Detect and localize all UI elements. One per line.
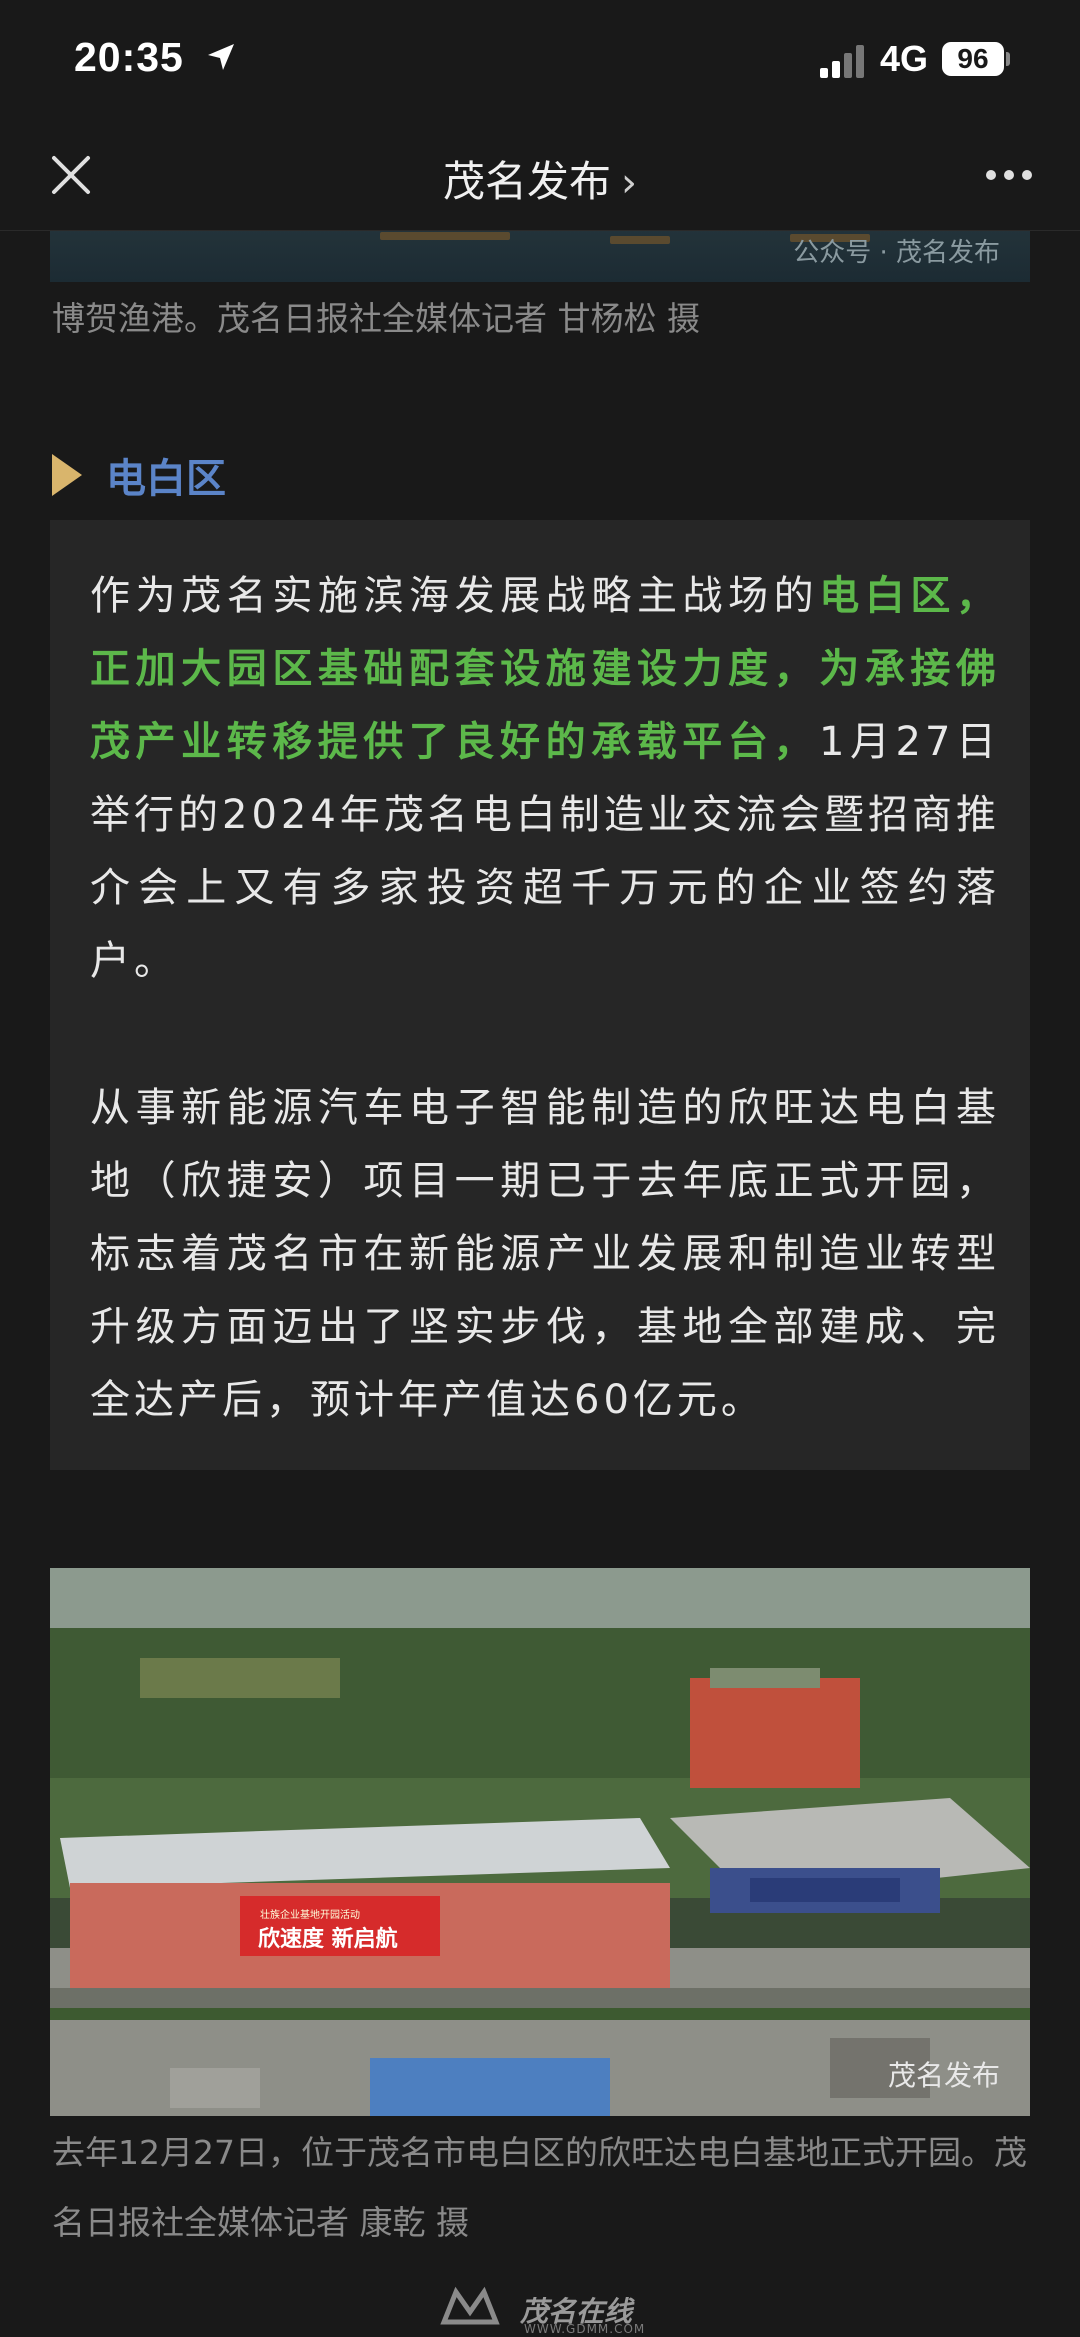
banner-main-text: 欣速度 新启航 xyxy=(258,1926,398,1952)
factory-aerial-photo[interactable]: 壮族企业基地开园活动 欣速度 新启航 茂名发布 xyxy=(50,1568,1030,2116)
account-name: 茂名发布 xyxy=(442,157,611,206)
status-time: 20:35 xyxy=(74,34,184,80)
harbor-photo[interactable]: 公众号 · 茂名发布 xyxy=(50,230,1030,282)
photo-caption: 博贺渔港。茂名日报社全媒体记者 甘杨松 摄 xyxy=(52,299,700,338)
section-title: 电白区 xyxy=(106,456,226,502)
paragraph: 从事新能源汽车电子智能制造的欣旺达电白基地（欣捷安）项目一期已于去年底正式开园，… xyxy=(90,1085,1000,1423)
status-bar: 20:35 4G 96 xyxy=(0,0,1080,120)
section-marker-icon xyxy=(52,454,82,496)
footer-url: WWW.GDMM.COM xyxy=(524,2322,646,2336)
battery-level: 96 xyxy=(942,42,1004,76)
boat-shape xyxy=(610,236,670,244)
photo-watermark: 公众号 · 茂名发布 xyxy=(793,238,1000,268)
boat-shape xyxy=(380,232,510,240)
paragraph-lead: 作为茂名实施滨海发展战略主战场的 xyxy=(90,573,820,619)
battery-tip xyxy=(1006,52,1010,66)
photo-illustration: 壮族企业基地开园活动 欣速度 新启航 xyxy=(50,1568,1030,2116)
network-type: 4G xyxy=(880,38,929,79)
photo-caption: 去年12月27日，位于茂名市电白区的欣旺达电白基地正式开园。茂名日报社全媒体记者… xyxy=(52,2133,1027,2242)
photo-watermark: 茂名发布 xyxy=(887,2059,1000,2092)
paragraph: 作为茂名实施滨海发展战略主战场的电白区，正加大园区基础配套设施建设力度，为承接佛… xyxy=(90,560,1000,998)
more-options-icon[interactable] xyxy=(984,168,1034,182)
gdmm-logo-icon xyxy=(440,2286,500,2325)
chevron-right-icon: › xyxy=(621,160,637,206)
account-title-link[interactable]: 茂名发布 › xyxy=(0,148,1080,209)
signal-bars-icon xyxy=(820,45,864,78)
banner-small-text: 壮族企业基地开园活动 xyxy=(260,1908,360,1921)
location-arrow-icon xyxy=(208,44,234,70)
